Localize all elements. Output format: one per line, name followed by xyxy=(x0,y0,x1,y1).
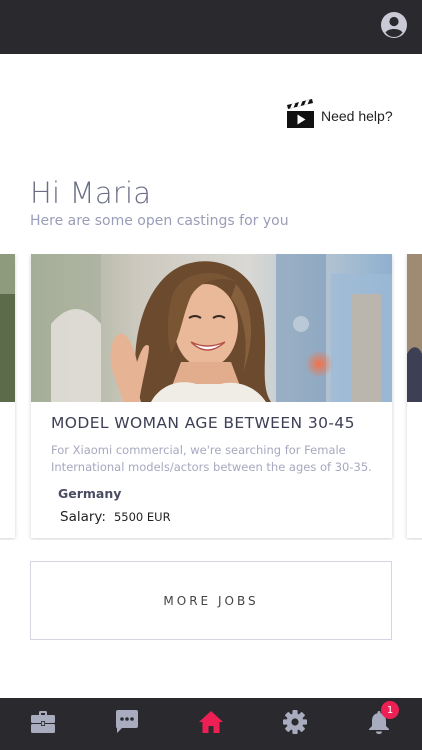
nav-notifications[interactable]: 1 xyxy=(364,701,399,739)
salary-label: Salary: xyxy=(60,509,106,525)
top-bar xyxy=(0,0,422,54)
nav-messages[interactable] xyxy=(112,709,142,739)
need-help-label: Need help? xyxy=(321,108,393,124)
casting-title: MODEL WOMAN AGE BETWEEN 30-45 xyxy=(51,414,355,432)
nav-settings[interactable] xyxy=(280,709,310,739)
casting-location: Germany xyxy=(58,486,122,501)
briefcase-icon xyxy=(30,710,56,739)
casting-photo xyxy=(31,254,392,402)
gear-icon xyxy=(282,709,308,740)
chat-bubble-icon xyxy=(114,709,140,740)
next-casting-card[interactable] xyxy=(407,254,422,538)
previous-casting-image xyxy=(0,254,15,402)
more-jobs-label: MORE JOBS xyxy=(163,593,259,608)
more-jobs-button[interactable]: MORE JOBS xyxy=(30,561,392,640)
casting-card-body: MODEL WOMAN AGE BETWEEN 30-45 For Xiaomi… xyxy=(31,402,392,525)
home-icon xyxy=(198,710,224,739)
greeting-title: Hi Maria xyxy=(30,176,152,210)
previous-casting-card[interactable] xyxy=(0,254,15,538)
greeting-subtitle: Here are some open castings for you xyxy=(30,213,289,229)
featured-casting-card[interactable]: MODEL WOMAN AGE BETWEEN 30-45 For Xiaomi… xyxy=(31,254,392,538)
salary-value: 5500 EUR xyxy=(113,510,171,524)
casting-description-line-2: International models/actors between the … xyxy=(51,460,372,474)
casting-description: For Xiaomi commercial, we're searching f… xyxy=(51,442,372,476)
castings-carousel[interactable]: MODEL WOMAN AGE BETWEEN 30-45 For Xiaomi… xyxy=(0,254,422,540)
need-help-button[interactable]: Need help? xyxy=(286,98,393,134)
casting-description-line-1: For Xiaomi commercial, we're searching f… xyxy=(51,443,346,457)
clapperboard-play-icon xyxy=(286,98,315,134)
nav-jobs[interactable] xyxy=(28,709,58,739)
account-circle-icon[interactable] xyxy=(380,11,408,39)
casting-salary: Salary: 5500 EUR xyxy=(60,509,372,525)
next-casting-image xyxy=(407,254,422,402)
bottom-navigation: 1 xyxy=(0,698,422,750)
nav-home[interactable] xyxy=(196,709,226,739)
notification-badge: 1 xyxy=(381,701,399,719)
